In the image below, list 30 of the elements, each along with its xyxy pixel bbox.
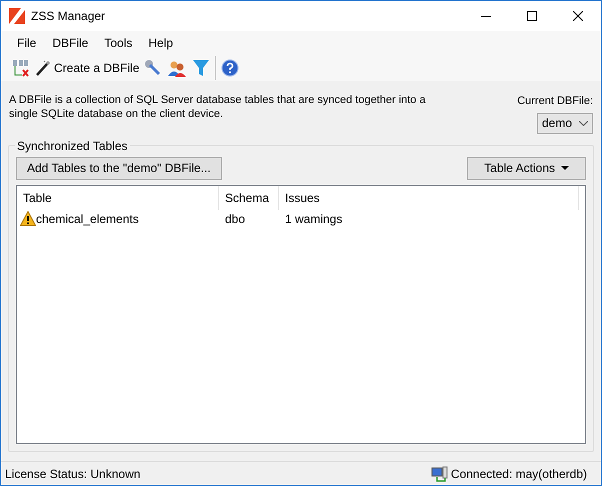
app-logo-icon [9,8,25,24]
column-header[interactable]: Schema [219,186,279,210]
table-actions-button[interactable]: Table Actions [467,156,586,180]
help-button[interactable] [220,58,240,78]
maximize-icon [527,11,537,21]
magic-wand-icon [35,60,51,76]
dropdown-arrow-icon [561,166,569,170]
menu-item[interactable]: Tools [96,32,140,54]
window-title: ZSS Manager [31,8,106,25]
create-dbfile-button[interactable]: Create a DBFile [35,57,140,79]
description-text: A DBFile is a collection of SQL Server database tables that are synced together into a single SQLite database on the client device. [9,93,427,122]
filter-button[interactable] [191,58,212,78]
disconnect-tables-button[interactable] [11,58,31,78]
column-header[interactable]: Table [17,186,219,210]
chevron-icon [579,120,588,126]
close-icon [573,11,583,21]
license-status: License Status: Unknown [5,466,140,482]
menu-item[interactable]: DBFile [44,32,96,54]
table-row[interactable]: chemical_elements dbo 1 wamings [17,210,585,228]
table-cell-text: chemical_elements [36,210,139,228]
menu-item[interactable]: File [9,32,44,54]
table-cell-text: 1 wamings [284,210,344,228]
menu-item[interactable]: Help [140,32,182,54]
column-header[interactable]: Issues [279,186,579,210]
add-tables-button[interactable]: Add Tables to the "demo" DBFile... [16,156,222,180]
connection-status: Connected: may(otherdb) [450,466,587,482]
current-dbfile-label: Current DBFile: [517,94,593,109]
dbfile-dropdown[interactable]: demo [537,112,593,134]
table-cell-text: dbo [224,210,246,228]
connected-computer-icon [430,466,449,482]
